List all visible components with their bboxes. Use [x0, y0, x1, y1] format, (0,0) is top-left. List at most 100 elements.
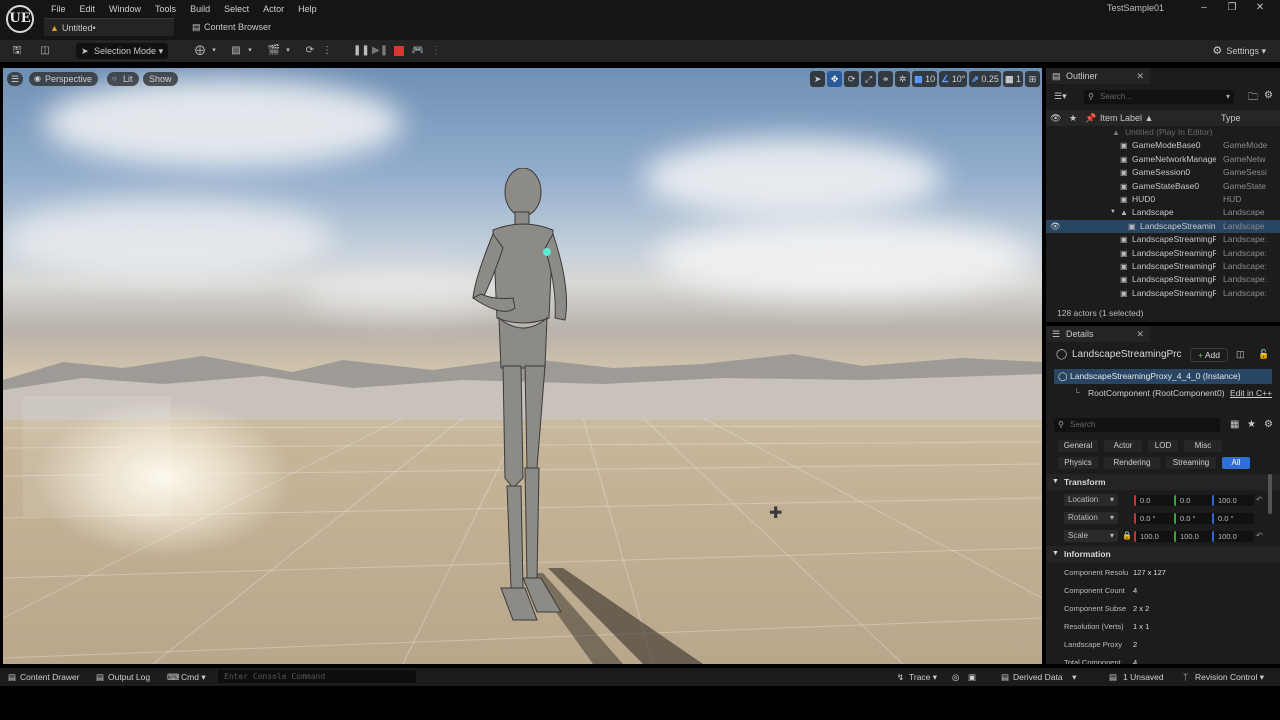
- unsaved-button[interactable]: ▤ 1 Unsaved: [1109, 671, 1164, 683]
- expand-chevron-icon[interactable]: ▼: [1110, 206, 1116, 219]
- lock-icon[interactable]: 🔒: [1122, 531, 1132, 540]
- record-icon[interactable]: ◎: [952, 671, 959, 683]
- actor-name-field[interactable]: LandscapeStreamingPrc: [1072, 349, 1184, 360]
- lock-icon[interactable]: 🔓: [1258, 349, 1269, 360]
- eject-possess-icon[interactable]: 🎮: [410, 43, 426, 59]
- edit-in-cpp-link[interactable]: Edit in C++: [1230, 388, 1272, 398]
- recompile-icon[interactable]: ⟳: [302, 43, 318, 59]
- scale-dropdown[interactable]: Scale ▾: [1064, 530, 1118, 542]
- favorite-star-icon[interactable]: ★: [1069, 110, 1077, 126]
- outliner-row[interactable]: ▣ LandscapeStreamingP Landscape:: [1046, 260, 1280, 273]
- close-icon[interactable]: ✕: [1136, 326, 1144, 342]
- outliner-row[interactable]: ▣ LandscapeStreamingP Landscape:: [1046, 247, 1280, 260]
- filter-physics[interactable]: Physics: [1058, 457, 1098, 469]
- filter-actor[interactable]: Actor: [1104, 440, 1142, 452]
- console-command-input[interactable]: Enter Console Command: [218, 670, 416, 683]
- viewport-menu-icon[interactable]: ☰: [7, 72, 23, 86]
- save-icon[interactable]: 🖫: [9, 43, 25, 59]
- outliner-row[interactable]: ▣ HUD0 HUD: [1046, 193, 1280, 206]
- select-tool-icon[interactable]: ➤: [810, 71, 826, 87]
- more-options-icon[interactable]: ⋮: [319, 43, 335, 59]
- outliner-row[interactable]: ▣ GameModeBase0 GameMode: [1046, 139, 1280, 152]
- tab-content-browser[interactable]: ▤ Content Browser: [186, 18, 296, 36]
- source-control-icon[interactable]: ◫: [37, 43, 53, 59]
- gear-icon[interactable]: ⚙: [1264, 419, 1273, 430]
- filter-lod[interactable]: LOD: [1148, 440, 1178, 452]
- chevron-down-icon[interactable]: ▾: [280, 43, 296, 59]
- close-icon[interactable]: ✕: [1246, 1, 1274, 15]
- menu-select[interactable]: Select: [217, 2, 256, 16]
- rotation-dropdown[interactable]: Rotation ▾: [1064, 512, 1118, 524]
- camera-speed-button[interactable]: ▦ 1: [1002, 71, 1023, 87]
- rotation-snap-button[interactable]: ∠ 10°: [939, 71, 968, 87]
- details-search-input[interactable]: ⚲ Search: [1054, 418, 1220, 432]
- folder-add-icon[interactable]: 🗀: [1248, 90, 1258, 107]
- transform-section-header[interactable]: ▼ Transform: [1046, 474, 1280, 490]
- scale-snap-button[interactable]: ⇗ 0.25: [969, 71, 1001, 87]
- pause-icon[interactable]: ❚❚: [353, 43, 370, 59]
- restore-icon[interactable]: ❐: [1218, 1, 1246, 15]
- menu-tools[interactable]: Tools: [148, 2, 183, 16]
- lit-button[interactable]: ○ Lit: [107, 72, 139, 86]
- instance-row[interactable]: ◯ LandscapeStreamingProxy_4_4_0 (Instanc…: [1054, 369, 1272, 384]
- output-log-button[interactable]: ▤ Output Log: [96, 671, 150, 683]
- visibility-icon[interactable]: 👁: [1050, 110, 1061, 126]
- maximize-viewport-icon[interactable]: ⊞: [1025, 71, 1040, 87]
- menu-build[interactable]: Build: [183, 2, 217, 16]
- menu-file[interactable]: File: [44, 2, 73, 16]
- location-y-field[interactable]: 0.0: [1174, 495, 1216, 506]
- rotate-tool-icon[interactable]: ⟳: [844, 71, 860, 87]
- col-type[interactable]: Type: [1221, 110, 1241, 126]
- trace-button[interactable]: ↯ Trace ▾: [897, 671, 937, 683]
- outliner-row[interactable]: ▣ LandscapeStreamingP Landscape:: [1046, 287, 1280, 300]
- outliner-search-input[interactable]: ⚲ Search... ▾: [1084, 90, 1234, 104]
- visibility-icon[interactable]: 👁: [1050, 220, 1061, 233]
- perspective-button[interactable]: ◉ Perspective: [29, 72, 99, 86]
- information-section-header[interactable]: ▼ Information: [1046, 546, 1280, 562]
- details-scrollbar[interactable]: [1268, 474, 1272, 514]
- filter-rendering[interactable]: Rendering: [1104, 457, 1160, 469]
- table-view-icon[interactable]: ▦: [1230, 419, 1239, 430]
- scale-z-field[interactable]: 100.0: [1212, 531, 1254, 542]
- stop-icon[interactable]: [391, 43, 407, 59]
- add-component-button[interactable]: + Add: [1190, 348, 1228, 362]
- minimize-icon[interactable]: –: [1190, 1, 1218, 15]
- details-tab[interactable]: ☰ Details ✕: [1046, 326, 1150, 342]
- derived-data-button[interactable]: ▤ Derived Data ▾: [1001, 671, 1076, 683]
- tab-untitled-level[interactable]: ▲ Untitled•: [44, 18, 174, 36]
- settings-button[interactable]: ⚙ Settings ▾: [1212, 43, 1266, 59]
- outliner-row[interactable]: ▣ LandscapeStreamingP Landscape:: [1046, 233, 1280, 246]
- outliner-row[interactable]: ▣ LandscapeStreamingP Landscape:: [1046, 273, 1280, 286]
- scale-tool-icon[interactable]: ⤢: [861, 71, 877, 87]
- chevron-down-icon[interactable]: ▾: [206, 43, 222, 59]
- outliner-row[interactable]: ▣ GameStateBase0 GameState: [1046, 180, 1280, 193]
- world-row[interactable]: ▲ Untitled (Play In Editor): [1046, 126, 1280, 139]
- location-dropdown[interactable]: Location ▾: [1064, 494, 1118, 506]
- outliner-row[interactable]: ▣ GameSession0 GameSessi: [1046, 166, 1280, 179]
- rotation-z-field[interactable]: 0.0 °: [1212, 513, 1254, 524]
- filter-icon[interactable]: ☰▾: [1054, 91, 1067, 102]
- reset-icon[interactable]: ↶: [1256, 531, 1263, 540]
- blueprint-icon[interactable]: ◫: [1236, 349, 1245, 360]
- world-local-icon[interactable]: ⚭: [878, 71, 894, 87]
- level-viewport[interactable]: ✚ ☰ ◉ Perspective ○ Lit Show ➤ ✥ ⟳ ⤢ ⚭ ✲…: [3, 68, 1042, 664]
- scale-y-field[interactable]: 100.0: [1174, 531, 1216, 542]
- unreal-logo-icon[interactable]: UE: [6, 5, 34, 33]
- location-x-field[interactable]: 0.0: [1134, 495, 1176, 506]
- chevron-down-icon[interactable]: ▾: [242, 43, 258, 59]
- outliner-row[interactable]: 👁 ▣ LandscapeStreamin Landscape: [1046, 219, 1280, 234]
- pin-icon[interactable]: 📌: [1085, 110, 1096, 126]
- play-options-icon[interactable]: ⋮: [428, 43, 444, 59]
- content-drawer-button[interactable]: ▤ Content Drawer: [8, 671, 80, 683]
- screenshot-icon[interactable]: ▣: [968, 671, 976, 683]
- favorite-star-icon[interactable]: ★: [1247, 419, 1256, 430]
- reset-icon[interactable]: ↶: [1256, 495, 1263, 504]
- filter-misc[interactable]: Misc: [1184, 440, 1222, 452]
- outliner-row[interactable]: ▣ GameNetworkManage GameNetw: [1046, 153, 1280, 166]
- menu-help[interactable]: Help: [291, 2, 324, 16]
- filter-general[interactable]: General: [1058, 440, 1098, 452]
- col-item-label[interactable]: Item Label ▲: [1100, 110, 1153, 126]
- revision-control-button[interactable]: ᛉ Revision Control ▾: [1183, 671, 1264, 683]
- surface-snap-icon[interactable]: ✲: [895, 71, 911, 87]
- close-icon[interactable]: ✕: [1136, 68, 1144, 84]
